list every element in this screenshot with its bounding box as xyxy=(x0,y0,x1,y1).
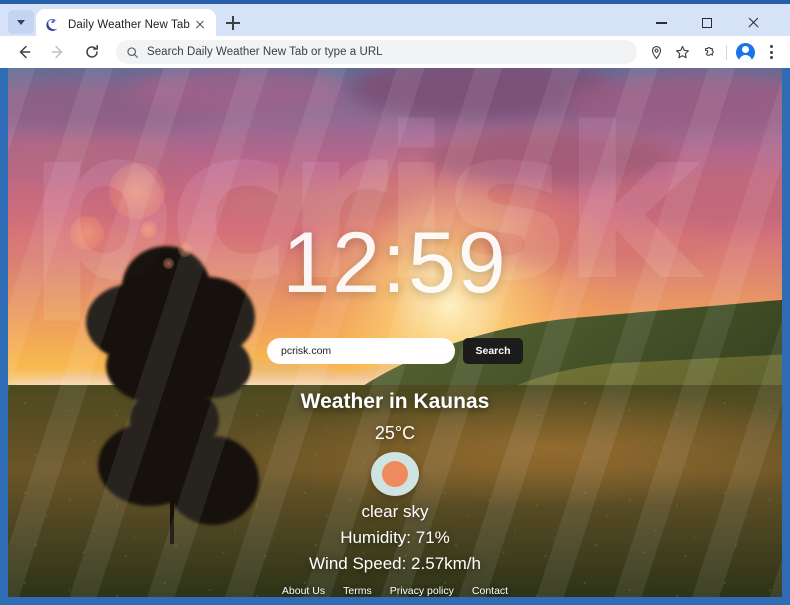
address-bar-placeholder: Search Daily Weather New Tab or type a U… xyxy=(147,46,383,58)
close-icon xyxy=(747,17,759,29)
close-icon[interactable] xyxy=(192,17,208,33)
weather-humidity: Humidity: 71% xyxy=(340,528,450,547)
back-arrow-icon xyxy=(19,45,31,59)
bookmark-button[interactable] xyxy=(669,39,695,65)
sun-clear-sky-icon xyxy=(371,452,419,496)
clock-display: 12:59 xyxy=(282,215,508,311)
weather-wind-speed: Wind Speed: 2.57km/h xyxy=(309,554,481,573)
browser-window: Daily Weather New Tab Search Daily Weath… xyxy=(0,0,790,605)
forward-button[interactable] xyxy=(44,38,72,66)
location-pin-button[interactable] xyxy=(643,39,669,65)
new-tab-button[interactable] xyxy=(222,12,244,34)
location-pin-icon xyxy=(651,45,661,59)
footer-link-privacy-policy[interactable]: Privacy policy xyxy=(390,585,454,597)
footer-links: About Us Terms Privacy policy Contact xyxy=(282,585,508,597)
extensions-button[interactable] xyxy=(695,39,721,65)
tab-title: Daily Weather New Tab xyxy=(68,18,190,31)
tab-search-button[interactable] xyxy=(8,10,34,34)
browser-menu-button[interactable] xyxy=(758,39,784,65)
maximize-button[interactable] xyxy=(688,8,726,38)
search-row: Search xyxy=(267,338,523,364)
profile-button[interactable] xyxy=(732,39,758,65)
toolbar-divider xyxy=(726,44,727,60)
weather-description: clear sky xyxy=(361,502,429,521)
page-viewport: pcrisk 12:59 Search Weather in Kaunas 25… xyxy=(8,68,782,597)
window-close-button[interactable] xyxy=(734,8,772,38)
puzzle-piece-icon xyxy=(704,46,714,56)
forward-arrow-icon xyxy=(51,45,63,59)
footer-link-contact[interactable]: Contact xyxy=(472,585,508,597)
weather-temperature: 25°C xyxy=(374,423,416,443)
address-bar[interactable]: Search Daily Weather New Tab or type a U… xyxy=(116,40,637,64)
swirl-c-icon xyxy=(44,17,60,33)
new-tab-content: 12:59 Search Weather in Kaunas 25°C clea… xyxy=(8,68,782,597)
search-icon xyxy=(127,46,138,58)
back-button[interactable] xyxy=(10,38,38,66)
star-icon xyxy=(675,45,689,58)
search-input[interactable] xyxy=(267,338,455,364)
weather-heading: Weather in Kaunas xyxy=(300,390,490,413)
reload-button[interactable] xyxy=(78,38,106,66)
sun-disc xyxy=(382,461,408,487)
reload-icon xyxy=(86,44,98,58)
profile-avatar-icon xyxy=(735,42,755,62)
footer-link-about-us[interactable]: About Us xyxy=(282,585,325,597)
search-button[interactable]: Search xyxy=(463,338,523,364)
minimize-icon xyxy=(655,22,667,24)
minimize-button[interactable] xyxy=(642,8,680,38)
chevron-down-icon xyxy=(17,19,25,25)
browser-toolbar: Search Daily Weather New Tab or type a U… xyxy=(0,36,790,68)
footer-link-terms[interactable]: Terms xyxy=(343,585,372,597)
tab-strip: Daily Weather New Tab xyxy=(0,0,790,40)
kebab-menu-icon xyxy=(763,44,779,60)
maximize-icon xyxy=(702,18,712,28)
